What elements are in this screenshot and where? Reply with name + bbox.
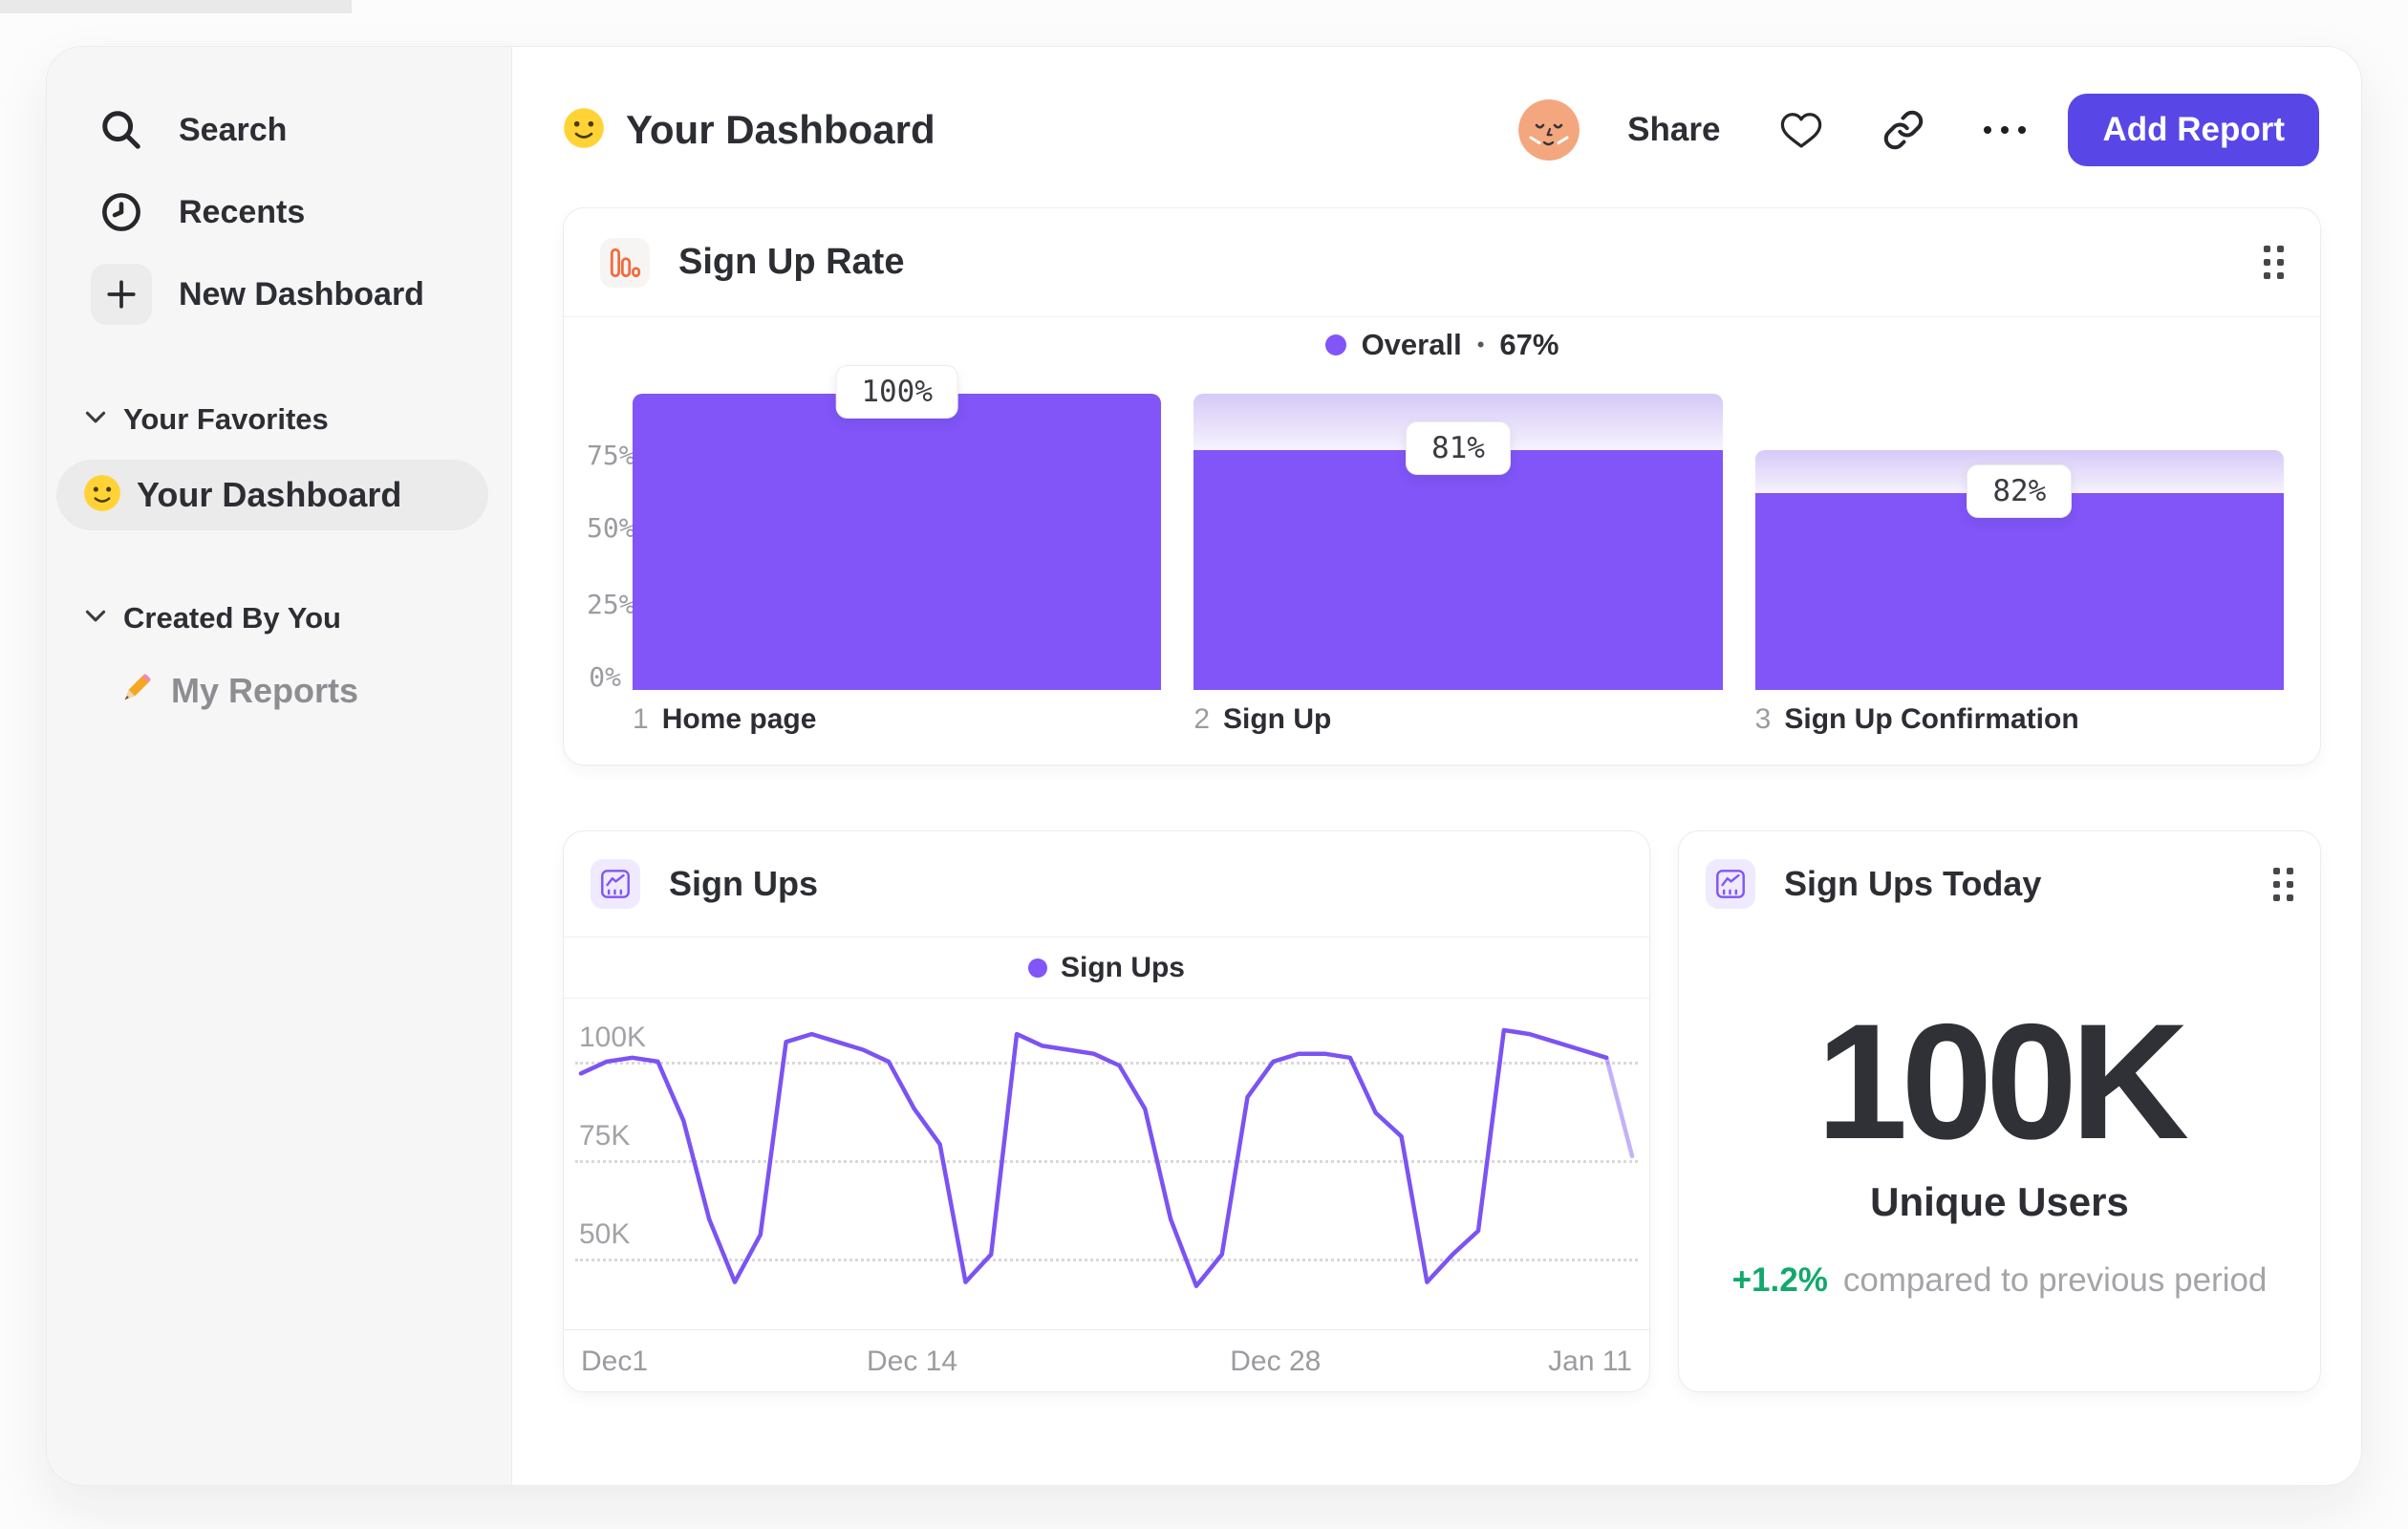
- step-name: Sign Up Confirmation: [1784, 703, 2079, 735]
- sidebar-section-created-by-you[interactable]: Created By You: [85, 592, 511, 645]
- funnel-plot: 75% 50% 25% 0% 100% 81% 82%: [587, 365, 2284, 693]
- sidebar-item-label: My Reports: [171, 671, 359, 710]
- legend-dot-icon: [1027, 958, 1047, 978]
- sidebar-item-label: Your Dashboard: [137, 475, 402, 514]
- sidebar-item-label: Search: [179, 111, 288, 148]
- x-axis-tick: Jan 11: [1548, 1346, 1632, 1377]
- line-chart-icon: [591, 859, 640, 909]
- x-axis-tick: Dec 28: [1230, 1346, 1322, 1377]
- section-title: Created By You: [123, 601, 341, 635]
- page-title: Your Dashboard: [626, 107, 935, 152]
- x-axis-tick: Dec 14: [866, 1346, 958, 1377]
- funnel-legend[interactable]: Overall • 67%: [564, 317, 2320, 373]
- step-number: 3: [1754, 703, 1772, 735]
- chevron-down-icon: [85, 610, 106, 628]
- drag-handle-icon[interactable]: [2273, 867, 2293, 901]
- legend-value: 67%: [1499, 328, 1559, 361]
- more-options-button[interactable]: [1984, 126, 2027, 134]
- legend-label: Overall: [1361, 328, 1462, 361]
- section-title: Your Favorites: [123, 402, 329, 436]
- sidebar-item-search[interactable]: Search: [47, 89, 511, 171]
- y-axis-tick: 50%: [587, 512, 635, 544]
- sign-ups-today-card: Sign Ups Today 100K Unique Users +1.2% c…: [1678, 830, 2321, 1392]
- chevron-down-icon: [85, 411, 106, 429]
- header-actions: Share Add Report: [1518, 94, 2319, 166]
- line-x-axis: Dec1 Dec 14 Dec 28 Jan 11: [575, 1330, 1638, 1393]
- card-title: Sign Ups: [669, 864, 819, 903]
- add-report-button[interactable]: Add Report: [2068, 94, 2319, 166]
- sign-up-rate-card: Sign Up Rate Overall • 67% 75% 50% 25% 0…: [563, 207, 2321, 765]
- page-header: Your Dashboard Share Add Report: [512, 47, 2361, 166]
- metric-delta-row: +1.2% compared to previous period: [1679, 1261, 2320, 1300]
- sidebar-item-label: Recents: [179, 193, 306, 230]
- card-title: Sign Up Rate: [678, 242, 905, 282]
- card-header: Sign Ups Today: [1679, 831, 2320, 937]
- search-icon: [91, 99, 152, 161]
- line-legend[interactable]: Sign Ups: [564, 937, 1649, 999]
- sidebar-item-my-reports[interactable]: My Reports: [116, 660, 488, 721]
- sign-ups-card: Sign Ups Sign Ups 100K 75K 50K Dec1 Dec …: [563, 830, 1650, 1392]
- share-button[interactable]: Share: [1627, 111, 1720, 149]
- sidebar-section-your-favorites[interactable]: Your Favorites: [85, 393, 511, 446]
- step-number: 1: [633, 703, 649, 735]
- funnel-value-label: 82%: [1967, 464, 2073, 519]
- funnel-converted-segment: [1193, 449, 1723, 690]
- metric-label: Unique Users: [1870, 1179, 2129, 1224]
- step-name: Sign Up: [1223, 703, 1332, 735]
- funnel-step-label: 1 Home page: [633, 703, 1161, 736]
- page-title-group: Your Dashboard: [563, 107, 935, 154]
- legend-separator: •: [1476, 333, 1485, 356]
- ellipsis-icon: [1984, 126, 2027, 134]
- funnel-value-label: 100%: [835, 365, 958, 419]
- legend-label: Sign Ups: [1060, 951, 1185, 983]
- legend-dot-icon: [1324, 334, 1346, 355]
- funnel-step-label: 2 Sign Up: [1193, 703, 1722, 736]
- y-axis-tick: 75%: [587, 440, 635, 471]
- plus-icon: [91, 264, 152, 325]
- metric-value: 100K: [1816, 990, 2189, 1174]
- funnel-x-axis: 1 Home page 2 Sign Up 3 Sign Up Confirma…: [633, 703, 2284, 736]
- funnel-step-label: 3 Sign Up Confirmation: [1755, 703, 2284, 736]
- main-content: Your Dashboard Share Add Report Sign Up …: [512, 47, 2361, 1485]
- funnel-bars: 100% 81% 82%: [633, 365, 2284, 690]
- card-header: Sign Ups: [564, 831, 1649, 937]
- favorite-heart-button[interactable]: [1779, 110, 1823, 150]
- delta-value: +1.2%: [1731, 1261, 1828, 1299]
- y-axis-tick: 25%: [587, 589, 635, 620]
- bar-chart-icon: [600, 237, 650, 288]
- line-chart-icon: [1706, 859, 1755, 909]
- card-title: Sign Ups Today: [1784, 864, 2042, 903]
- line-series: [578, 1027, 1635, 1288]
- screen-edge-strip: [0, 0, 352, 13]
- sidebar-item-label: New Dashboard: [179, 275, 424, 312]
- sidebar-item-your-dashboard[interactable]: Your Dashboard: [56, 460, 488, 530]
- pencil-emoji-icon: [116, 669, 156, 714]
- funnel-converted-segment: [633, 394, 1162, 690]
- card-header: Sign Up Rate: [564, 208, 2320, 316]
- copy-link-button[interactable]: [1882, 109, 1924, 151]
- app-window: Search Recents New Dashboard Your Favori…: [46, 46, 2362, 1486]
- funnel-bar-sign-up[interactable]: 81%: [1193, 394, 1723, 690]
- line-plot: 100K 75K 50K: [575, 999, 1638, 1329]
- y-axis-tick: 0%: [589, 661, 621, 693]
- x-axis-tick: Dec1: [581, 1346, 649, 1377]
- smiley-emoji-icon: [563, 107, 605, 154]
- step-number: 2: [1193, 703, 1211, 735]
- funnel-converted-segment: [1754, 493, 2284, 690]
- drag-handle-icon[interactable]: [2264, 246, 2284, 279]
- sidebar-item-new-dashboard[interactable]: New Dashboard: [47, 253, 511, 335]
- sidebar-item-recents[interactable]: Recents: [47, 171, 511, 253]
- funnel-bar-home-page[interactable]: 100%: [633, 365, 1162, 690]
- smiley-emoji-icon: [83, 474, 121, 517]
- avatar[interactable]: [1518, 99, 1580, 161]
- funnel-value-label: 81%: [1405, 420, 1511, 475]
- delta-context: compared to previous period: [1842, 1261, 2268, 1299]
- funnel-bar-sign-up-confirmation[interactable]: 82%: [1754, 394, 2284, 690]
- clock-icon: [91, 182, 152, 243]
- step-name: Home page: [661, 703, 817, 735]
- sidebar: Search Recents New Dashboard Your Favori…: [47, 47, 512, 1485]
